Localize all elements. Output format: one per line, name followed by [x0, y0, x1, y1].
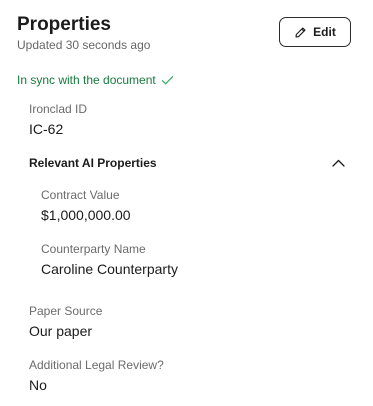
edit-button[interactable]: Edit [279, 17, 351, 47]
pencil-icon [294, 26, 307, 39]
edit-button-label: Edit [313, 25, 336, 39]
additional-legal-review-label: Additional Legal Review? [29, 358, 164, 372]
checkmark-icon [161, 75, 174, 86]
page-title: Properties [17, 14, 111, 35]
paper-source-value: Our paper [29, 323, 93, 339]
chevron-up-icon[interactable] [332, 159, 345, 167]
ironclad-id-value: IC-62 [29, 121, 64, 137]
sync-status-text: In sync with the document [17, 73, 156, 87]
counterparty-name-label: Counterparty Name [41, 242, 146, 256]
last-updated-text: Updated 30 seconds ago [17, 38, 151, 52]
sync-status: In sync with the document [17, 73, 174, 87]
relevant-ai-properties-toggle[interactable]: Relevant AI Properties [29, 154, 347, 172]
paper-source-label: Paper Source [29, 304, 103, 318]
ironclad-id-label: Ironclad ID [29, 102, 88, 116]
contract-value-value: $1,000,000.00 [41, 207, 131, 223]
additional-legal-review-value: No [29, 377, 47, 393]
section-title: Relevant AI Properties [29, 156, 157, 170]
contract-value-label: Contract Value [41, 188, 120, 202]
counterparty-name-value: Caroline Counterparty [41, 261, 178, 277]
